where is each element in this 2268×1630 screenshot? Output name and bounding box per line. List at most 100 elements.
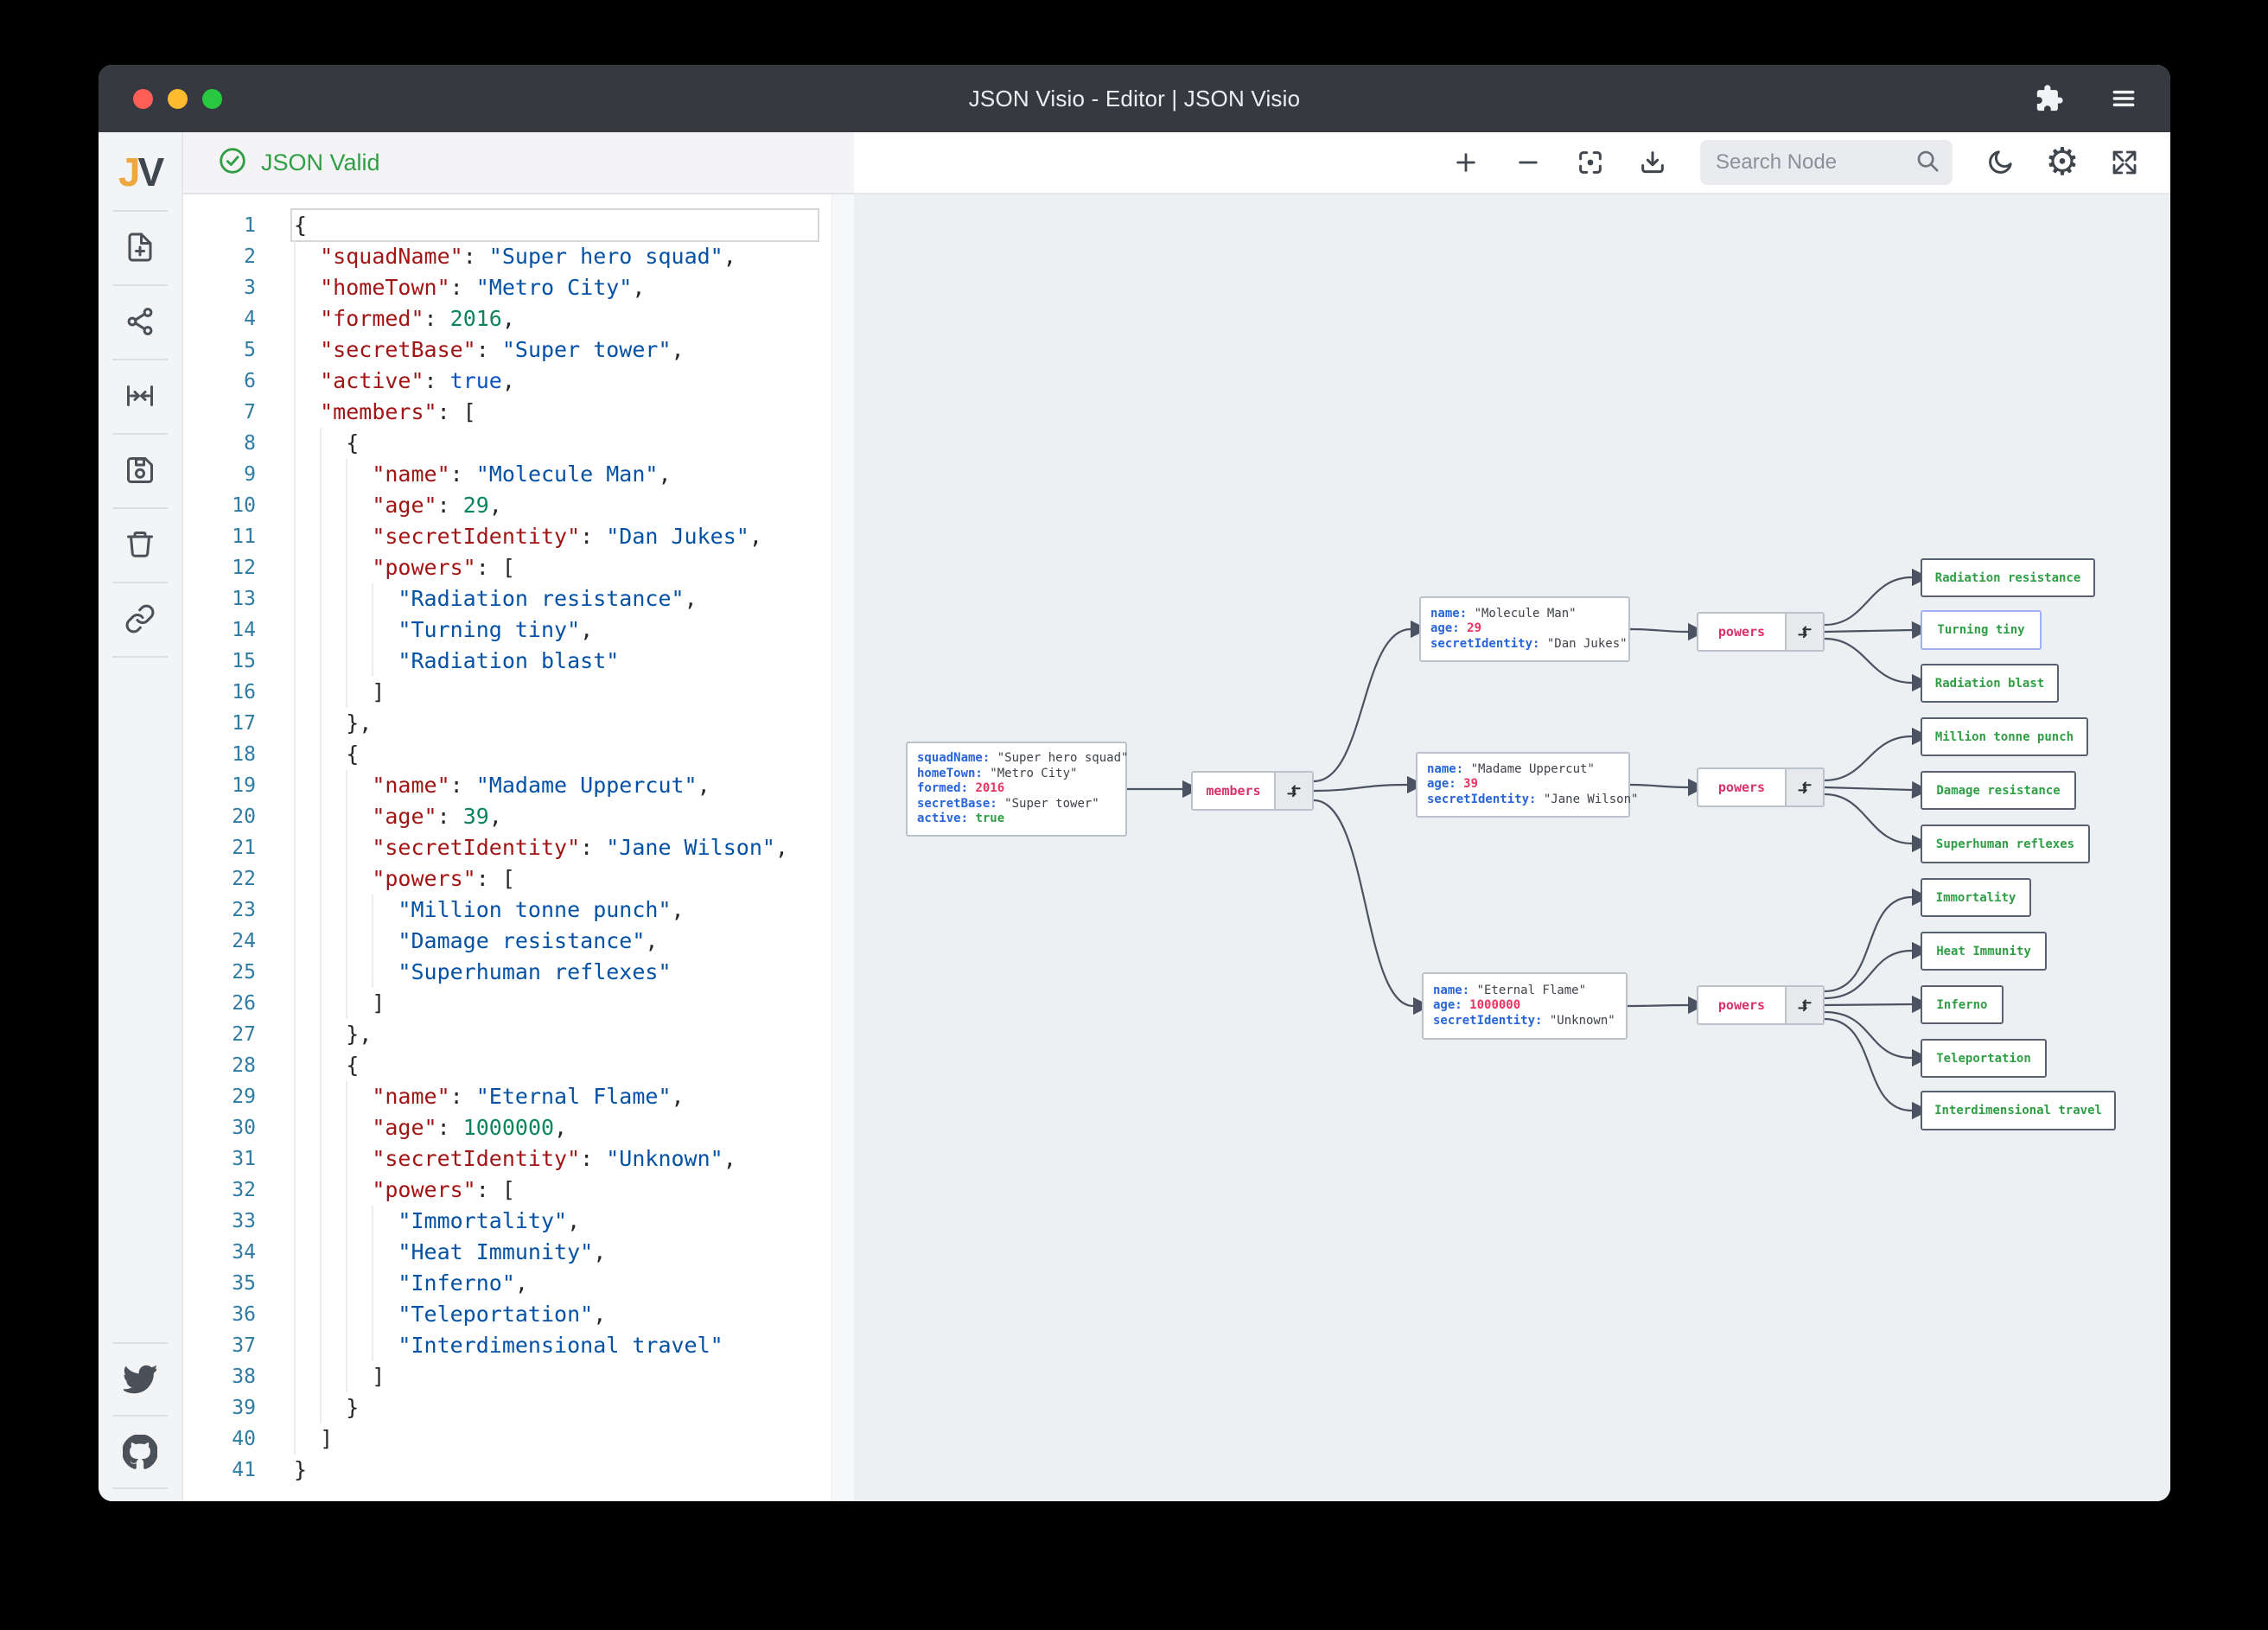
editor-line[interactable]: "secretIdentity": "Dan Jukes",	[183, 521, 854, 552]
search-node-input[interactable]	[1716, 150, 1914, 175]
editor-line[interactable]: "name": "Molecule Man",	[183, 459, 854, 490]
editor-line[interactable]: ]	[183, 988, 854, 1019]
editor-line[interactable]: "secretIdentity": "Unknown",	[183, 1143, 854, 1175]
node-row: age: 1000000	[1433, 998, 1521, 1013]
sidebar-github-link[interactable]	[99, 1418, 182, 1489]
editor-line[interactable]: ]	[183, 1423, 854, 1455]
menu-hamburger-icon[interactable]	[2106, 81, 2141, 116]
editor-line[interactable]: "powers": [	[183, 863, 854, 895]
graph-node-powers-2[interactable]: powers	[1697, 767, 1825, 807]
editor-line[interactable]: "formed": 2016,	[183, 303, 854, 334]
graph-node-leaf-superhuman-reflexes[interactable]: Superhuman reflexes	[1921, 825, 2090, 863]
editor-line[interactable]: "name": "Eternal Flame",	[183, 1081, 854, 1112]
editor-line[interactable]: "Heat Immunity",	[183, 1237, 854, 1268]
editor-line[interactable]: "Radiation resistance",	[183, 583, 854, 614]
graph-node-leaf-heat-immunity[interactable]: Heat Immunity	[1921, 932, 2047, 971]
editor-line[interactable]: {	[183, 428, 854, 459]
collapse-node-button[interactable]	[1785, 614, 1823, 650]
graph-node-powers-3[interactable]: powers	[1697, 985, 1825, 1025]
editor-line[interactable]: }	[183, 1455, 854, 1486]
editor-line[interactable]: "age": 39,	[183, 801, 854, 832]
editor-line[interactable]: "age": 29,	[183, 490, 854, 521]
graph-node-leaf-immortality[interactable]: Immortality	[1921, 878, 2031, 917]
editor-line[interactable]: },	[183, 708, 854, 739]
editor-line[interactable]: "Superhuman reflexes"	[183, 957, 854, 988]
settings-gear-button[interactable]: ⚙	[2042, 143, 2082, 182]
zoom-out-button[interactable]	[1508, 143, 1548, 182]
center-focus-button[interactable]	[1570, 143, 1610, 182]
editor-line[interactable]: "name": "Madame Uppercut",	[183, 770, 854, 801]
code-area[interactable]: { "squadName": "Super hero squad", "home…	[183, 194, 854, 1501]
editor-line[interactable]: "powers": [	[183, 1175, 854, 1206]
download-image-button[interactable]	[1633, 143, 1672, 182]
graph-node-members[interactable]: members	[1191, 771, 1314, 811]
fullscreen-button[interactable]	[2105, 143, 2144, 182]
graph-node-member-3[interactable]: name: "Eternal Flame" age: 1000000 secretI…	[1422, 972, 1628, 1040]
editor-line[interactable]: "Turning tiny",	[183, 614, 854, 646]
graph-canvas[interactable]: squadName: "Super hero squad" homeTown: "…	[854, 194, 2170, 1501]
sidebar-delete-button[interactable]	[99, 511, 182, 582]
share-icon	[124, 306, 156, 341]
editor-line[interactable]: "Million tonne punch",	[183, 895, 854, 926]
app-logo[interactable]: JV	[99, 144, 182, 200]
collapse-node-button[interactable]	[1785, 987, 1823, 1023]
editor-line[interactable]: "active": true,	[183, 366, 854, 397]
search-node-box[interactable]	[1700, 140, 1953, 185]
dark-mode-moon-button[interactable]	[1980, 143, 2020, 182]
editor-line[interactable]: {	[183, 210, 854, 241]
editor-line[interactable]: ]	[183, 1361, 854, 1392]
extensions-puzzle-icon[interactable]	[2032, 81, 2067, 116]
graph-node-leaf-million-tonne-punch[interactable]: Million tonne punch	[1921, 717, 2088, 756]
titlebar: JSON Visio - Editor | JSON Visio	[99, 65, 2170, 132]
graph-node-member-2[interactable]: name: "Madame Uppercut" age: 39 secretIden…	[1416, 752, 1638, 818]
editor-line[interactable]: "members": [	[183, 397, 854, 428]
link-icon	[124, 603, 156, 639]
editor-line[interactable]: "Radiation blast"	[183, 646, 854, 677]
editor-line[interactable]: {	[183, 1050, 854, 1081]
editor-line[interactable]: },	[183, 1019, 854, 1050]
graph-node-leaf-interdimensional-travel[interactable]: Interdimensional travel	[1921, 1091, 2116, 1130]
sidebar-link-button[interactable]	[99, 585, 182, 656]
graph-node-leaf-inferno[interactable]: Inferno	[1921, 985, 2004, 1024]
editor-line[interactable]: ]	[183, 677, 854, 708]
editor-line[interactable]: "Damage resistance",	[183, 926, 854, 957]
editor-line[interactable]: }	[183, 1392, 854, 1423]
node-row: age: 29	[1430, 621, 1482, 636]
sidebar-collapse-width-button[interactable]	[99, 362, 182, 433]
graph-node-leaf-radiation-blast[interactable]: Radiation blast	[1921, 664, 2059, 703]
window-title: JSON Visio - Editor | JSON Visio	[968, 85, 1301, 111]
editor-line[interactable]: "Interdimensional travel"	[183, 1330, 854, 1361]
save-icon	[124, 455, 156, 490]
editor-line[interactable]: "age": 1000000,	[183, 1112, 854, 1143]
editor-scroll-area[interactable]: { "squadName": "Super hero squad", "home…	[183, 194, 854, 1501]
editor-line[interactable]: "Immortality",	[183, 1206, 854, 1237]
editor-line[interactable]: "secretBase": "Super tower",	[183, 334, 854, 366]
node-row: active: true	[917, 812, 1005, 826]
sidebar-new-document-button[interactable]	[99, 213, 182, 284]
editor-line[interactable]: {	[183, 739, 854, 770]
graph-node-leaf-teleportation[interactable]: Teleportation	[1921, 1039, 2047, 1078]
editor-line[interactable]: "Teleportation",	[183, 1299, 854, 1330]
graph-node-leaf-turning-tiny[interactable]: Turning tiny	[1921, 610, 2042, 650]
editor-line[interactable]: "secretIdentity": "Jane Wilson",	[183, 832, 854, 863]
graph-node-root[interactable]: squadName: "Super hero squad" homeTown: "…	[906, 742, 1128, 837]
graph-node-member-1[interactable]: name: "Molecule Man" age: 29 secretIdentit…	[1419, 596, 1630, 662]
collapse-node-button[interactable]	[1785, 769, 1823, 805]
node-label: powers	[1717, 780, 1766, 795]
zoom-in-button[interactable]	[1446, 143, 1486, 182]
graph-node-leaf-damage-resistance[interactable]: Damage resistance	[1921, 771, 2076, 810]
node-row: secretBase: "Super tower"	[917, 796, 1099, 811]
collapse-node-button[interactable]	[1274, 773, 1312, 809]
search-icon	[1914, 148, 1940, 178]
editor-line[interactable]: "Inferno",	[183, 1268, 854, 1299]
editor-line[interactable]: "squadName": "Super hero squad",	[183, 241, 854, 272]
sidebar-save-button[interactable]	[99, 436, 182, 507]
sidebar-twitter-link[interactable]	[99, 1346, 182, 1417]
json-editor-panel: JSON Valid { "squadName": "Super hero sq…	[183, 132, 854, 1501]
sidebar-sponsor-button[interactable]	[99, 1491, 182, 1501]
editor-line[interactable]: "powers": [	[183, 552, 854, 583]
graph-node-leaf-radiation-resistance[interactable]: Radiation resistance	[1921, 558, 2095, 597]
graph-node-powers-1[interactable]: powers	[1697, 612, 1825, 652]
sidebar-share-button[interactable]	[99, 288, 182, 359]
editor-line[interactable]: "homeTown": "Metro City",	[183, 272, 854, 303]
